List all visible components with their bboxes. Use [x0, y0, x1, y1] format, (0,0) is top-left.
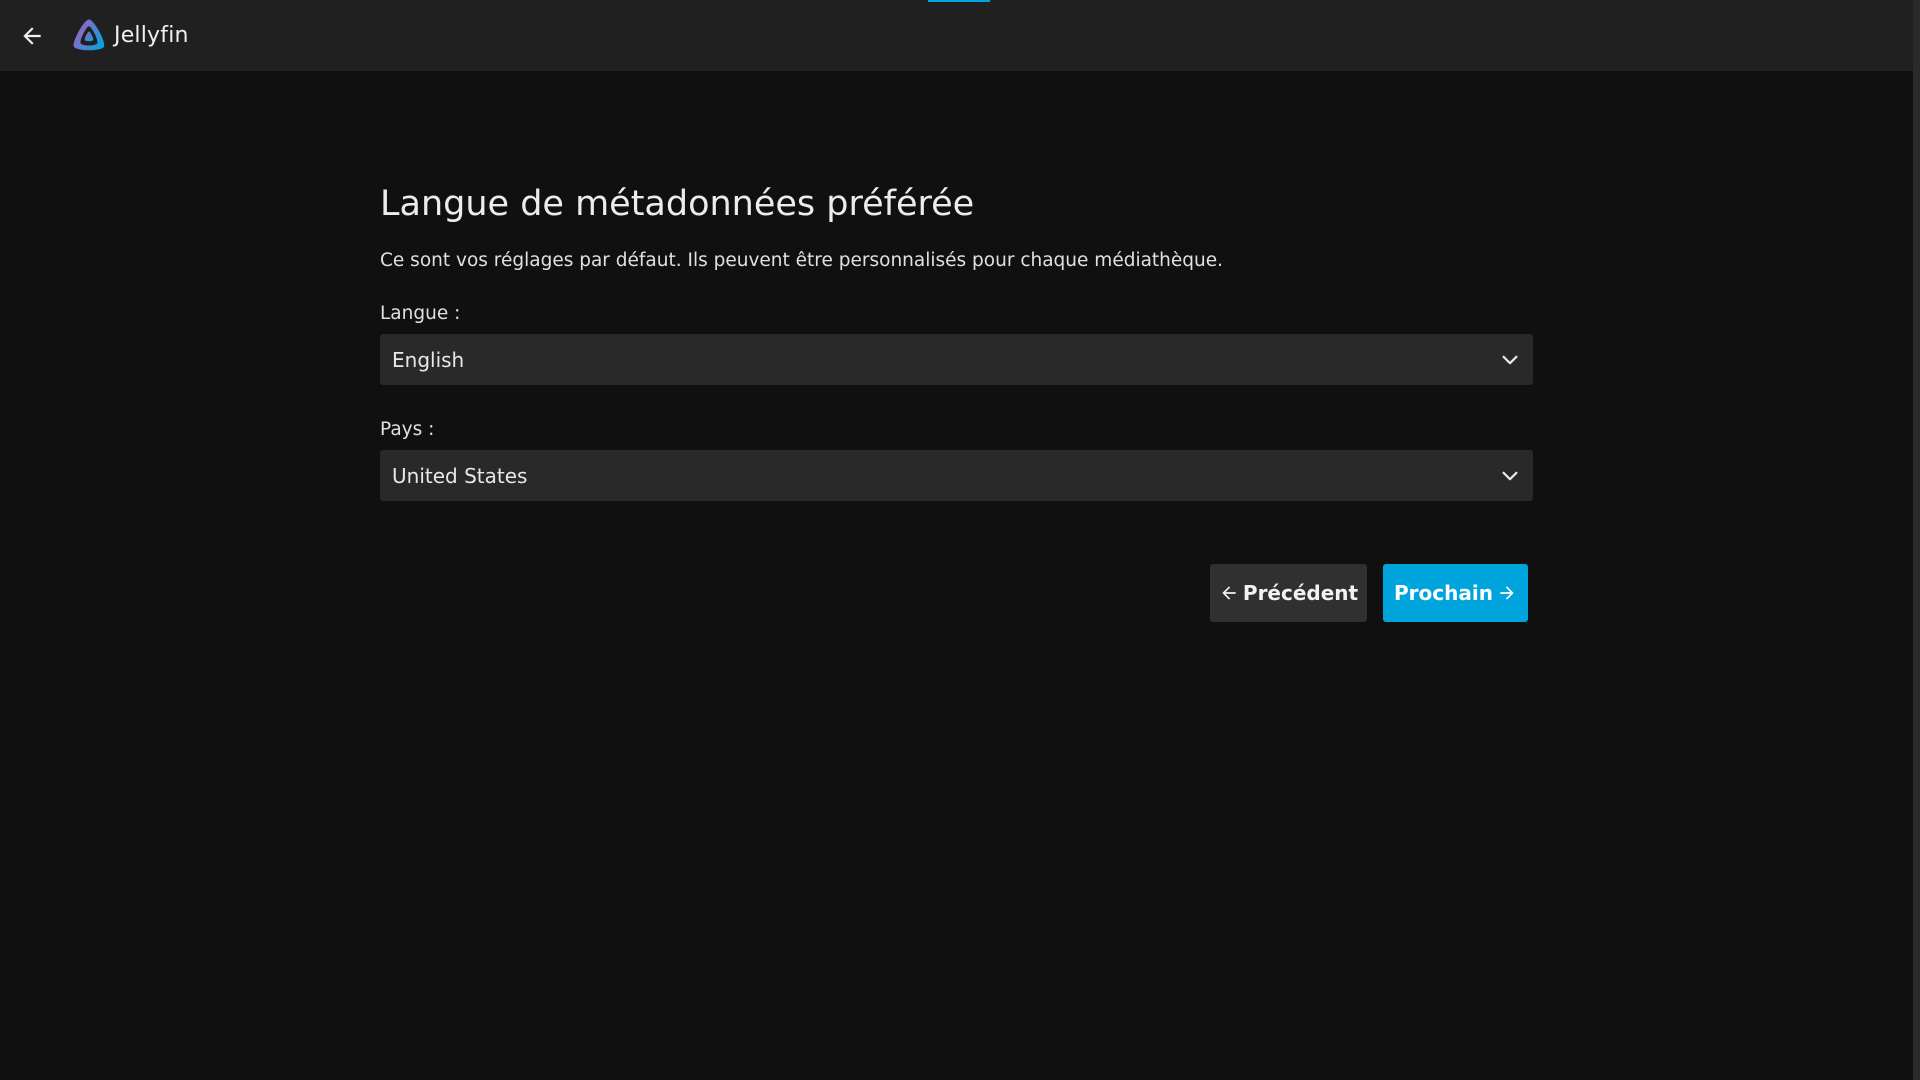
country-label: Pays :	[380, 419, 435, 440]
arrow-left-icon	[23, 26, 41, 45]
arrow-right-icon	[1500, 586, 1514, 600]
app-header: Jellyfin	[0, 0, 1913, 71]
country-select[interactable]: United States	[380, 450, 1533, 501]
loading-indicator	[928, 0, 990, 2]
back-button[interactable]	[12, 16, 52, 56]
jellyfin-logo-icon	[73, 18, 105, 50]
app-window: Jellyfin Langue de métadonnées préférée …	[0, 0, 1920, 1080]
chevron-down-icon	[1499, 465, 1521, 487]
wizard-buttons: Précédent Prochain	[380, 564, 1533, 622]
arrow-left-icon	[1222, 586, 1236, 600]
language-select-value: English	[392, 347, 465, 372]
chevron-down-icon	[1499, 349, 1521, 371]
description-text: Ce sont vos réglages par défaut. Ils peu…	[380, 250, 1224, 271]
language-label: Langue :	[380, 303, 461, 324]
previous-button-label: Précédent	[1242, 581, 1359, 605]
next-button-label: Prochain	[1394, 581, 1493, 605]
scrollbar[interactable]	[1913, 0, 1920, 1080]
previous-button[interactable]: Précédent	[1210, 564, 1367, 622]
country-select-value: United States	[392, 463, 528, 488]
page-title: Langue de métadonnées préférée	[380, 184, 975, 224]
logo[interactable]: Jellyfin	[70, 17, 189, 55]
app-name: Jellyfin	[114, 23, 189, 48]
next-button[interactable]: Prochain	[1383, 564, 1528, 622]
language-select[interactable]: English	[380, 334, 1533, 385]
wizard-page: Langue de métadonnées préférée Ce sont v…	[380, 180, 1533, 622]
